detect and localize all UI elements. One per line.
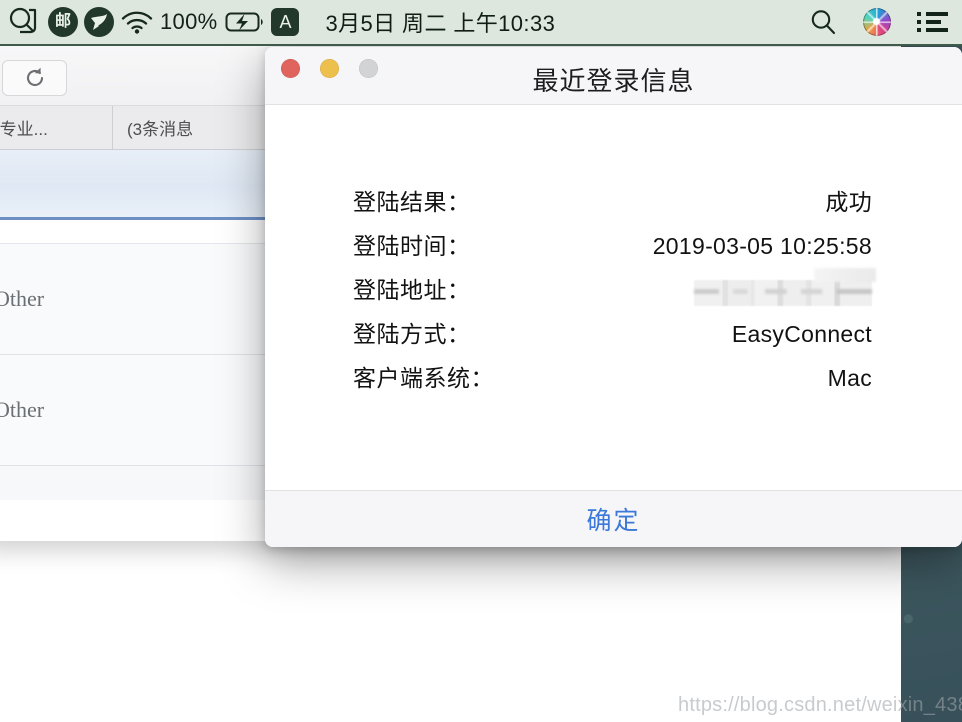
list-item-label: Other — [0, 286, 45, 311]
browser-tab-1-label: (3条消息 — [127, 120, 194, 139]
browser-tab-0-label: -专业... — [0, 120, 48, 139]
shuttle-badge-glyph — [84, 7, 114, 37]
screen-root: -专业... (3条消息 Other Other 最近登录信息 — [0, 0, 962, 722]
reload-icon — [26, 67, 43, 87]
input-method-label: A — [271, 8, 300, 36]
info-row-login-time: 登陆时间： 2019-03-05 10:25:58 — [353, 227, 872, 271]
battery-charging-icon[interactable] — [225, 10, 265, 34]
shuttle-badge-icon[interactable] — [84, 7, 114, 37]
dialog-title: 最近登录信息 — [532, 66, 695, 96]
mac-menu-bar: 邮 100% A 3月5日 周二 上午10:33 — [0, 0, 962, 46]
redacted-ip-address — [694, 280, 872, 306]
info-row-login-result: 登陆结果： 成功 — [353, 183, 872, 227]
control-center-icon-glyph — [917, 12, 948, 32]
info-value: Mac — [827, 365, 872, 391]
control-center-icon[interactable] — [917, 12, 948, 32]
wifi-icon[interactable] — [120, 9, 154, 35]
info-label: 登陆地址： — [353, 277, 471, 303]
spotlight-search-icon-glyph — [811, 10, 836, 35]
recent-login-dialog: 最近登录信息 登陆结果： 成功 登陆时间： 2019-03-05 10:25:5… — [265, 47, 962, 547]
wifi-icon-glyph — [121, 11, 153, 34]
info-label: 登陆方式： — [353, 321, 471, 347]
info-label: 客户端系统： — [353, 365, 494, 391]
input-method-indicator[interactable]: A — [271, 8, 300, 36]
search-document-icon-glyph — [9, 7, 37, 34]
info-label: 登陆时间： — [353, 233, 471, 259]
mail-badge-icon[interactable]: 邮 — [48, 7, 78, 37]
spotlight-search-icon[interactable] — [809, 8, 837, 36]
menu-bar-clock[interactable]: 3月5日 周二 上午10:33 — [325, 6, 555, 38]
list-item-label: Other — [0, 397, 45, 422]
dialog-footer: 确定 — [265, 490, 962, 547]
info-row-login-address: 登陆地址： — [353, 271, 872, 315]
dialog-body: 登陆结果： 成功 登陆时间： 2019-03-05 10:25:58 登陆地址：… — [265, 105, 962, 490]
siri-icon-glyph — [863, 8, 891, 36]
info-row-client-system: 客户端系统： Mac — [353, 359, 872, 403]
menu-bar-right-group — [809, 8, 962, 36]
info-value: 2019-03-05 10:25:58 — [652, 233, 872, 259]
menu-bar-left-group: 邮 100% A 3月5日 周二 上午10:33 — [0, 6, 555, 38]
search-document-icon[interactable] — [8, 6, 42, 38]
info-value: 成功 — [825, 189, 872, 215]
browser-tab-0[interactable]: -专业... — [0, 106, 113, 149]
confirm-button[interactable]: 确定 — [586, 501, 640, 537]
battery-charging-icon-glyph — [225, 12, 264, 32]
mail-badge-glyph: 邮 — [48, 7, 78, 37]
dialog-titlebar[interactable]: 最近登录信息 — [265, 47, 962, 105]
info-value: EasyConnect — [731, 321, 872, 347]
battery-percent-label: 100% — [160, 9, 218, 34]
info-row-login-method: 登陆方式： EasyConnect — [353, 315, 872, 359]
info-label: 登陆结果： — [353, 189, 471, 215]
reload-button[interactable] — [2, 60, 67, 96]
siri-icon[interactable] — [863, 8, 891, 36]
